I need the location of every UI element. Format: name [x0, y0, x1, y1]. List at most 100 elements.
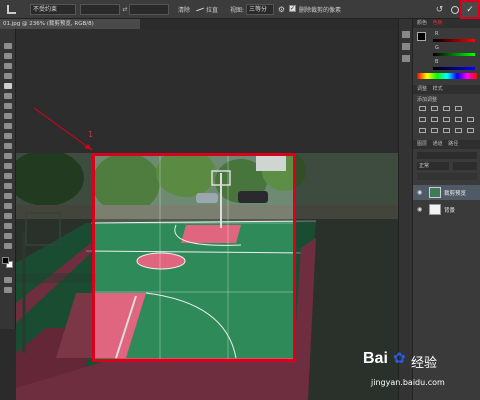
threshold-adjust-icon[interactable]	[443, 128, 450, 133]
width-field[interactable]	[80, 4, 120, 15]
eye-icon[interactable]: ◉	[417, 206, 422, 213]
document-title: 01.jpg @ 236% (裁剪预览, RGB/8)	[3, 21, 94, 27]
history-icon[interactable]	[402, 31, 410, 38]
brush-tool-icon[interactable]	[4, 113, 12, 119]
eraser-tool-icon[interactable]	[4, 143, 12, 149]
path-select-tool-icon[interactable]	[4, 203, 12, 209]
bw-adjust-icon[interactable]	[455, 117, 462, 122]
marquee-tool-icon[interactable]	[4, 53, 12, 59]
swap-icon[interactable]: ⇄	[122, 6, 128, 13]
color-panel-tabs: 颜色 色板	[413, 19, 480, 28]
vibrance-adjust-icon[interactable]	[419, 117, 426, 122]
paw-icon: ✿	[393, 349, 406, 367]
straighten-label: 拉直	[206, 7, 219, 14]
screen-mode-icon[interactable]	[4, 287, 12, 293]
tab-layers[interactable]: 图层	[417, 141, 427, 147]
properties-icon[interactable]	[402, 43, 410, 50]
gear-icon[interactable]: ⚙	[277, 5, 286, 14]
b-slider[interactable]	[433, 67, 475, 70]
type-tool-icon[interactable]	[4, 193, 12, 199]
dodge-tool-icon[interactable]	[4, 173, 12, 179]
curves-adjust-icon[interactable]	[443, 106, 450, 111]
crop-tool-icon[interactable]	[4, 83, 12, 89]
color-ramp[interactable]	[417, 73, 477, 79]
r-slider[interactable]	[433, 39, 475, 42]
hand-tool-icon[interactable]	[4, 223, 12, 229]
watermark-brand-suffix: 经验	[411, 356, 438, 371]
adjust-hint: 添加调整	[417, 97, 438, 103]
balance-adjust-icon[interactable]	[443, 117, 450, 122]
adjust-panel-tabs: 调整 样式	[413, 85, 480, 94]
posterize-adjust-icon[interactable]	[431, 128, 438, 133]
quick-mask-icon[interactable]	[4, 277, 12, 283]
annotation-arrow	[33, 107, 93, 151]
tab-channels[interactable]: 通道	[433, 141, 443, 147]
g-slider[interactable]	[433, 53, 475, 56]
channel-r-label: R	[435, 31, 439, 37]
annotation-number: 1	[88, 130, 94, 139]
delete-cropped-label: 删除裁剪的像素	[299, 7, 342, 14]
panel-dock-strip	[398, 19, 412, 400]
layer-row[interactable]: ◉ 背景	[413, 202, 480, 217]
stamp-tool-icon[interactable]	[4, 123, 12, 129]
eyedropper-tool-icon[interactable]	[4, 93, 12, 99]
canvas-area[interactable]	[16, 29, 398, 400]
brightness-adjust-icon[interactable]	[419, 106, 426, 111]
tab-color[interactable]: 颜色	[417, 20, 427, 26]
view-label: 视图:	[230, 7, 245, 14]
tab-styles[interactable]: 样式	[433, 86, 443, 92]
character-icon[interactable]	[402, 55, 410, 62]
more-tools-icon[interactable]	[4, 243, 12, 249]
exposure-adjust-icon[interactable]	[455, 106, 462, 111]
watermark-brand: Bai	[363, 350, 388, 367]
baidu-watermark: Bai ✿ 经验 jingyan.baidu.com	[355, 346, 480, 400]
levels-adjust-icon[interactable]	[431, 106, 438, 111]
tab-paths[interactable]: 路径	[448, 141, 458, 147]
layer-name: 裁剪预览	[444, 191, 467, 197]
move-tool-icon[interactable]	[4, 43, 12, 49]
crop-icon	[6, 5, 16, 14]
straighten-icon[interactable]	[196, 5, 204, 13]
photo-filter-adjust-icon[interactable]	[467, 117, 474, 122]
layers-panel-tabs: 图层 通道 路径	[413, 140, 480, 149]
layer-thumbnail	[429, 187, 441, 198]
gradient-map-adjust-icon[interactable]	[455, 128, 462, 133]
lasso-tool-icon[interactable]	[4, 63, 12, 69]
crop-tool-preset-button[interactable]	[3, 3, 19, 16]
lock-row[interactable]	[417, 173, 477, 180]
layer-filter-row[interactable]	[417, 152, 477, 159]
layer-thumbnail	[429, 204, 441, 215]
watermark-url: jingyan.baidu.com	[371, 378, 445, 387]
document-tab[interactable]: 01.jpg @ 236% (裁剪预览, RGB/8)	[0, 19, 140, 29]
clear-button[interactable]: 清除	[178, 5, 190, 14]
toolbox	[0, 29, 16, 329]
tab-swatches[interactable]: 色板	[433, 20, 443, 26]
right-panels: 颜色 色板 R G B 调整 样式 添加调整 图层 通道 路径 正常 ◉ 裁剪预…	[412, 19, 480, 400]
selective-color-adjust-icon[interactable]	[467, 128, 474, 133]
fg-color-picker[interactable]	[417, 32, 426, 41]
photoshop-window: 不受约束 ⇄ 清除 拉直 视图: 三等分 ⚙ ✓ 删除裁剪的像素 ↺ ✓ 01.…	[0, 0, 480, 400]
layer-name: 背景	[444, 208, 456, 214]
quick-select-tool-icon[interactable]	[4, 73, 12, 79]
blur-tool-icon[interactable]	[4, 163, 12, 169]
shape-tool-icon[interactable]	[4, 213, 12, 219]
layer-row[interactable]: ◉ 裁剪预览	[413, 185, 480, 200]
pen-tool-icon[interactable]	[4, 183, 12, 189]
invert-adjust-icon[interactable]	[419, 128, 426, 133]
eye-icon[interactable]: ◉	[417, 189, 422, 196]
channel-g-label: G	[435, 45, 439, 51]
blend-mode-select[interactable]: 正常	[417, 162, 449, 170]
foreground-color-swatch[interactable]	[2, 257, 9, 264]
tab-adjustments[interactable]: 调整	[417, 86, 427, 92]
zoom-tool-icon[interactable]	[4, 233, 12, 239]
view-select[interactable]: 三等分	[246, 4, 274, 15]
ratio-select[interactable]: 不受约束	[30, 4, 76, 15]
gradient-tool-icon[interactable]	[4, 153, 12, 159]
height-field[interactable]	[129, 4, 169, 15]
hue-adjust-icon[interactable]	[431, 117, 438, 122]
healing-tool-icon[interactable]	[4, 103, 12, 109]
history-brush-tool-icon[interactable]	[4, 133, 12, 139]
crop-box[interactable]	[92, 153, 296, 362]
opacity-field[interactable]	[453, 162, 477, 170]
delete-cropped-checkbox[interactable]: ✓	[289, 5, 296, 12]
